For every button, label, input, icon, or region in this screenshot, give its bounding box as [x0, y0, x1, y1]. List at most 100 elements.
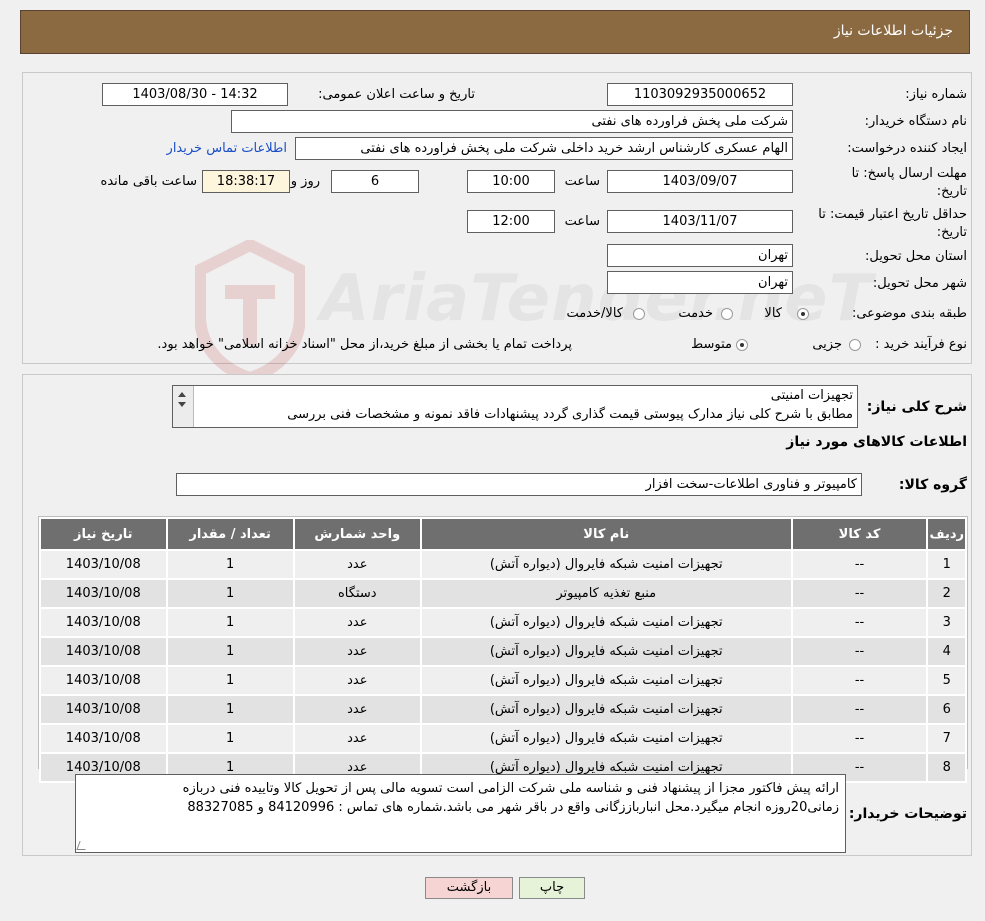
cell-quantity: 1 [165, 636, 295, 667]
category-radio-service[interactable] [721, 308, 733, 320]
buyer-notes-line2: زمانی20روزه انجام میگیرد.محل انبارباززگا… [187, 800, 839, 815]
category-label: طبقه بندی موضوعی: [851, 306, 967, 321]
cell-quantity: 1 [165, 694, 295, 725]
summary-label: شرح کلی نیاز: [866, 399, 967, 415]
cell-unit: عدد [292, 636, 422, 667]
cell-item-name: تجهیزات امنیت شبکه فایروال (دیواره آتش) [419, 607, 793, 638]
creator-label: ایجاد کننده درخواست: [847, 141, 967, 156]
days-label: روز و [290, 174, 320, 189]
watermark-logo [195, 240, 305, 380]
remaining-label: ساعت باقی مانده [100, 174, 197, 189]
cell-need-date: 1403/10/08 [39, 723, 168, 754]
cell-row-number: 2 [926, 578, 967, 609]
cell-item-code: -- [790, 665, 929, 696]
back-button[interactable]: بازگشت [425, 877, 513, 899]
category-option-goods-service: کالا/خدمت [566, 306, 623, 321]
print-button[interactable]: چاپ [519, 877, 585, 899]
header-quantity: تعداد / مقدار [165, 517, 295, 551]
header-item-code: کد کالا [790, 517, 929, 551]
city-field: تهران [607, 271, 793, 294]
items-table-frame: ردیف کد کالا نام کالا واحد شمارش تعداد /… [38, 516, 968, 783]
cell-need-date: 1403/10/08 [39, 607, 168, 638]
page-title: جزئیات اطلاعات نیاز [833, 23, 953, 39]
cell-quantity: 1 [165, 665, 295, 696]
process-radio-medium[interactable] [736, 339, 748, 351]
cell-need-date: 1403/10/08 [39, 694, 168, 725]
category-radio-goods[interactable] [797, 308, 809, 320]
category-option-service: خدمت [678, 306, 713, 321]
remaining-days-field: 6 [331, 170, 419, 193]
cell-need-date: 1403/10/08 [39, 549, 168, 580]
province-label: استان محل تحویل: [865, 249, 967, 264]
validity-time-field: 12:00 [467, 210, 555, 233]
validity-label-line2: تاریخ: [936, 225, 967, 240]
cell-item-code: -- [790, 636, 929, 667]
payment-note: پرداخت تمام یا بخشی از مبلغ خرید،از محل … [157, 337, 572, 352]
cell-need-date: 1403/10/08 [39, 665, 168, 696]
summary-scrollbar[interactable] [173, 386, 194, 427]
summary-textarea[interactable]: تجهیزات امنیتی مطابق با شرح کلی نیاز مدا… [172, 385, 858, 428]
table-row: 7 -- تجهیزات امنیت شبکه فایروال (دیواره … [39, 723, 967, 754]
cell-need-date: 1403/10/08 [39, 578, 168, 609]
remaining-time-field: 18:38:17 [202, 170, 290, 193]
deadline-time-field: 10:00 [467, 170, 555, 193]
cell-quantity: 1 [165, 578, 295, 609]
cell-unit: عدد [292, 607, 422, 638]
process-radio-partial[interactable] [849, 339, 861, 351]
cell-item-name: تجهیزات امنیت شبکه فایروال (دیواره آتش) [419, 636, 793, 667]
validity-time-label: ساعت [564, 214, 600, 229]
table-row: 1 -- تجهیزات امنیت شبکه فایروال (دیواره … [39, 549, 967, 580]
table-row: 5 -- تجهیزات امنیت شبکه فایروال (دیواره … [39, 665, 967, 696]
process-option-medium: متوسط [691, 337, 732, 352]
cell-unit: عدد [292, 723, 422, 754]
cell-unit: عدد [292, 549, 422, 580]
category-option-goods: کالا [764, 306, 782, 321]
cell-item-code: -- [790, 578, 929, 609]
cell-unit: عدد [292, 665, 422, 696]
table-row: 2 -- منبع تغذیه کامپیوتر دستگاه 1 1403/1… [39, 578, 967, 609]
header-item-name: نام کالا [419, 517, 793, 551]
buyer-notes-label: توضیحات خریدار: [848, 806, 967, 822]
header-row-number: ردیف [926, 517, 967, 551]
cell-item-code: -- [790, 694, 929, 725]
validity-label: حداقل تاریخ اعتبار قیمت: تا تاریخ: [818, 206, 967, 242]
cell-item-name: تجهیزات امنیت شبکه فایروال (دیواره آتش) [419, 723, 793, 754]
cell-quantity: 1 [165, 607, 295, 638]
validity-label-line1: حداقل تاریخ اعتبار قیمت: تا [818, 207, 967, 222]
scroll-up-icon[interactable] [178, 392, 186, 397]
process-option-partial: جزیی [812, 337, 842, 352]
cell-item-code: -- [790, 607, 929, 638]
city-label: شهر محل تحویل: [872, 276, 967, 291]
deadline-time-label: ساعت [564, 174, 600, 189]
items-title: اطلاعات کالاهای مورد نیاز [786, 434, 967, 450]
cell-row-number: 5 [926, 665, 967, 696]
need-number-label: شماره نیاز: [905, 87, 967, 102]
cell-item-code: -- [790, 549, 929, 580]
announce-label: تاریخ و ساعت اعلان عمومی: [318, 87, 475, 102]
group-field: کامپیوتر و فناوری اطلاعات-سخت افزار [176, 473, 862, 496]
deadline-label-line1: مهلت ارسال پاسخ: تا [851, 166, 967, 181]
scroll-down-icon[interactable] [178, 402, 186, 407]
buyer-notes-textarea[interactable]: ارائه پیش فاکتور مجزا از پیشنهاد فنی و ش… [75, 774, 846, 853]
creator-field: الهام عسکری کارشناس ارشد خرید داخلی شرکت… [295, 137, 793, 160]
buyer-contact-link[interactable]: اطلاعات تماس خریدار [167, 141, 287, 156]
cell-item-name: تجهیزات امنیت شبکه فایروال (دیواره آتش) [419, 549, 793, 580]
cell-item-code: -- [790, 723, 929, 754]
cell-unit: دستگاه [292, 578, 422, 609]
province-field: تهران [607, 244, 793, 267]
cell-row-number: 6 [926, 694, 967, 725]
header-unit: واحد شمارش [292, 517, 422, 551]
cell-item-name: منبع تغذیه کامپیوتر [419, 578, 793, 609]
group-label: گروه کالا: [898, 477, 967, 493]
cell-item-name: تجهیزات امنیت شبکه فایروال (دیواره آتش) [419, 665, 793, 696]
cell-item-name: تجهیزات امنیت شبکه فایروال (دیواره آتش) [419, 694, 793, 725]
page-header: جزئیات اطلاعات نیاز [20, 10, 970, 54]
resize-grip-icon[interactable] [76, 841, 89, 850]
cell-row-number: 3 [926, 607, 967, 638]
summary-line2: مطابق با شرح کلی نیاز مدارک پیوستی قیمت … [287, 407, 853, 422]
category-radio-goods-service[interactable] [633, 308, 645, 320]
process-label: نوع فرآیند خرید : [875, 337, 967, 352]
deadline-label: مهلت ارسال پاسخ: تا تاریخ: [852, 165, 967, 201]
cell-need-date: 1403/10/08 [39, 636, 168, 667]
cell-quantity: 1 [165, 723, 295, 754]
